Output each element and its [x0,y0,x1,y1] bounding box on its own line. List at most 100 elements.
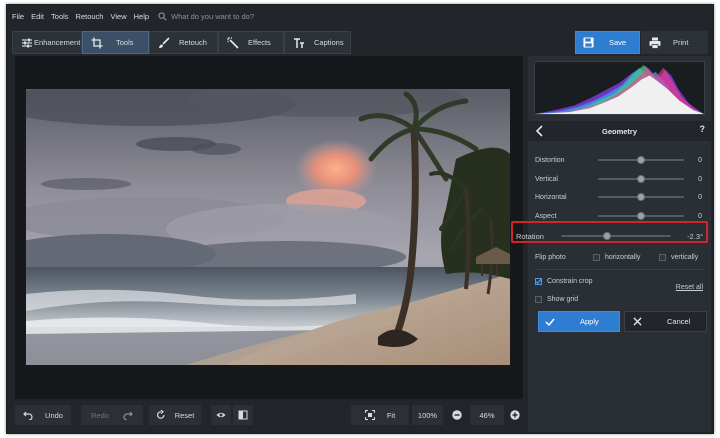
search-icon [158,11,167,21]
cancel-button[interactable]: Cancel [624,311,707,332]
compare-button[interactable] [233,405,253,425]
tab-enhancement[interactable]: Enhancement [12,31,82,54]
sliders-icon [22,38,32,47]
undo-icon [23,411,33,420]
zoom-100-button[interactable]: 100% [412,405,443,425]
tab-tools[interactable]: Tools [82,31,149,54]
tab-label: Retouch [179,38,207,47]
flip-photo-label: Flip photo [535,253,566,261]
aspect-slider-handle[interactable] [637,212,645,220]
reset-button[interactable]: Reset [149,405,201,425]
menu-file[interactable]: File [12,12,24,21]
flip-vertical-label: vertically [671,253,699,261]
menu-view[interactable]: View [110,12,126,21]
menu-tools[interactable]: Tools [51,12,69,21]
search-input[interactable] [171,11,312,21]
brush-icon [159,36,170,48]
magic-wand-icon [227,36,239,49]
show-grid-label: Show grid [547,295,579,303]
zoom-in-button[interactable] [507,405,523,425]
horizontal-value: 0 [698,193,702,201]
printer-icon [649,37,661,49]
app-window: File Edit Tools Retouch View Help Enhanc… [6,4,714,434]
undo-button[interactable]: Undo [15,405,71,425]
toolbar: Enhancement Tools Retouch Effects Captio… [7,28,713,56]
zoom-level-value: 46% [479,410,495,420]
apply-button[interactable]: Apply [538,311,620,332]
floppy-disk-icon [583,37,594,48]
reset-all-link[interactable]: Reset all [676,284,703,291]
horizontal-slider[interactable] [598,193,684,201]
tab-label: Enhancement [34,38,81,47]
menu-edit[interactable]: Edit [31,12,44,21]
bottom-toolbar: Undo Redo Reset Fit 100% 46% [15,402,523,428]
print-label: Print [673,38,689,47]
horizontal-slider-row: Horizontal 0 [535,190,705,204]
save-button[interactable]: Save [575,31,640,54]
cancel-label: Cancel [667,317,691,326]
panel-divider [535,269,704,270]
distortion-slider[interactable] [598,156,684,164]
flip-horizontal-label: horizontally [605,253,641,261]
help-button[interactable]: ? [700,124,706,134]
tab-captions[interactable]: Captions [284,31,351,54]
plus-circle-icon [510,410,520,420]
back-arrow-icon[interactable] [535,125,545,137]
distortion-value: 0 [698,156,702,164]
beach-photo[interactable] [26,89,510,365]
zoom-level-display[interactable]: 46% [470,405,504,425]
tab-label: Effects [248,38,271,47]
aspect-value: 0 [698,212,702,220]
redo-button[interactable]: Redo [81,405,143,425]
flip-horizontal-checkbox[interactable] [593,253,600,261]
vertical-slider-row: Vertical 0 [535,172,705,186]
zoom-100-label: 100% [417,410,438,420]
preview-button[interactable] [211,405,231,425]
aspect-slider[interactable] [598,212,684,220]
zoom-out-button[interactable] [449,405,465,425]
crop-icon [91,37,103,48]
vertical-slider[interactable] [598,175,684,183]
minus-circle-icon [452,410,462,420]
geometry-panel: Geometry ? Distortion 0 Vertical 0 Horiz… [516,56,711,432]
print-button[interactable]: Print [641,31,708,54]
vertical-slider-handle[interactable] [637,175,645,183]
geometry-title: Geometry [601,126,637,136]
distortion-slider-handle[interactable] [637,156,645,164]
constrain-crop-label: Constrain crop [547,277,593,285]
fit-screen-icon [364,410,375,420]
flip-vertical-checkbox[interactable] [659,253,666,261]
close-icon [633,317,642,326]
tab-retouch[interactable]: Retouch [149,31,218,54]
tab-label: Captions [314,38,344,47]
text-icon [294,37,304,48]
horizontal-label: Horizontal [535,193,567,201]
vertical-label: Vertical [535,175,558,183]
redo-icon [123,411,133,420]
vertical-value: 0 [698,175,702,183]
undo-label: Undo [45,410,63,420]
reset-label: Reset [174,410,195,420]
show-grid-checkbox[interactable] [535,295,542,303]
menu-help[interactable]: Help [134,12,149,21]
check-icon [535,278,542,284]
tab-effects[interactable]: Effects [218,31,284,54]
reset-icon [156,410,165,419]
show-grid-row: Show grid [535,292,705,306]
horizontal-slider-handle[interactable] [637,193,645,201]
histogram [534,61,705,115]
menu-retouch[interactable]: Retouch [76,12,104,21]
rotation-highlight-frame [511,221,708,243]
flip-photo-row: Flip photo horizontally vertically [535,250,705,264]
save-label: Save [609,38,627,47]
photo-canvas[interactable] [15,56,523,399]
aspect-label: Aspect [535,212,557,220]
geometry-header: Geometry ? [528,121,711,141]
fit-button[interactable]: Fit [351,405,409,425]
constrain-crop-checkbox[interactable] [535,277,542,285]
search-box [158,11,312,21]
fit-label: Fit [386,410,396,420]
compare-icon [238,410,248,420]
eye-icon [216,412,226,418]
check-icon [545,318,555,326]
